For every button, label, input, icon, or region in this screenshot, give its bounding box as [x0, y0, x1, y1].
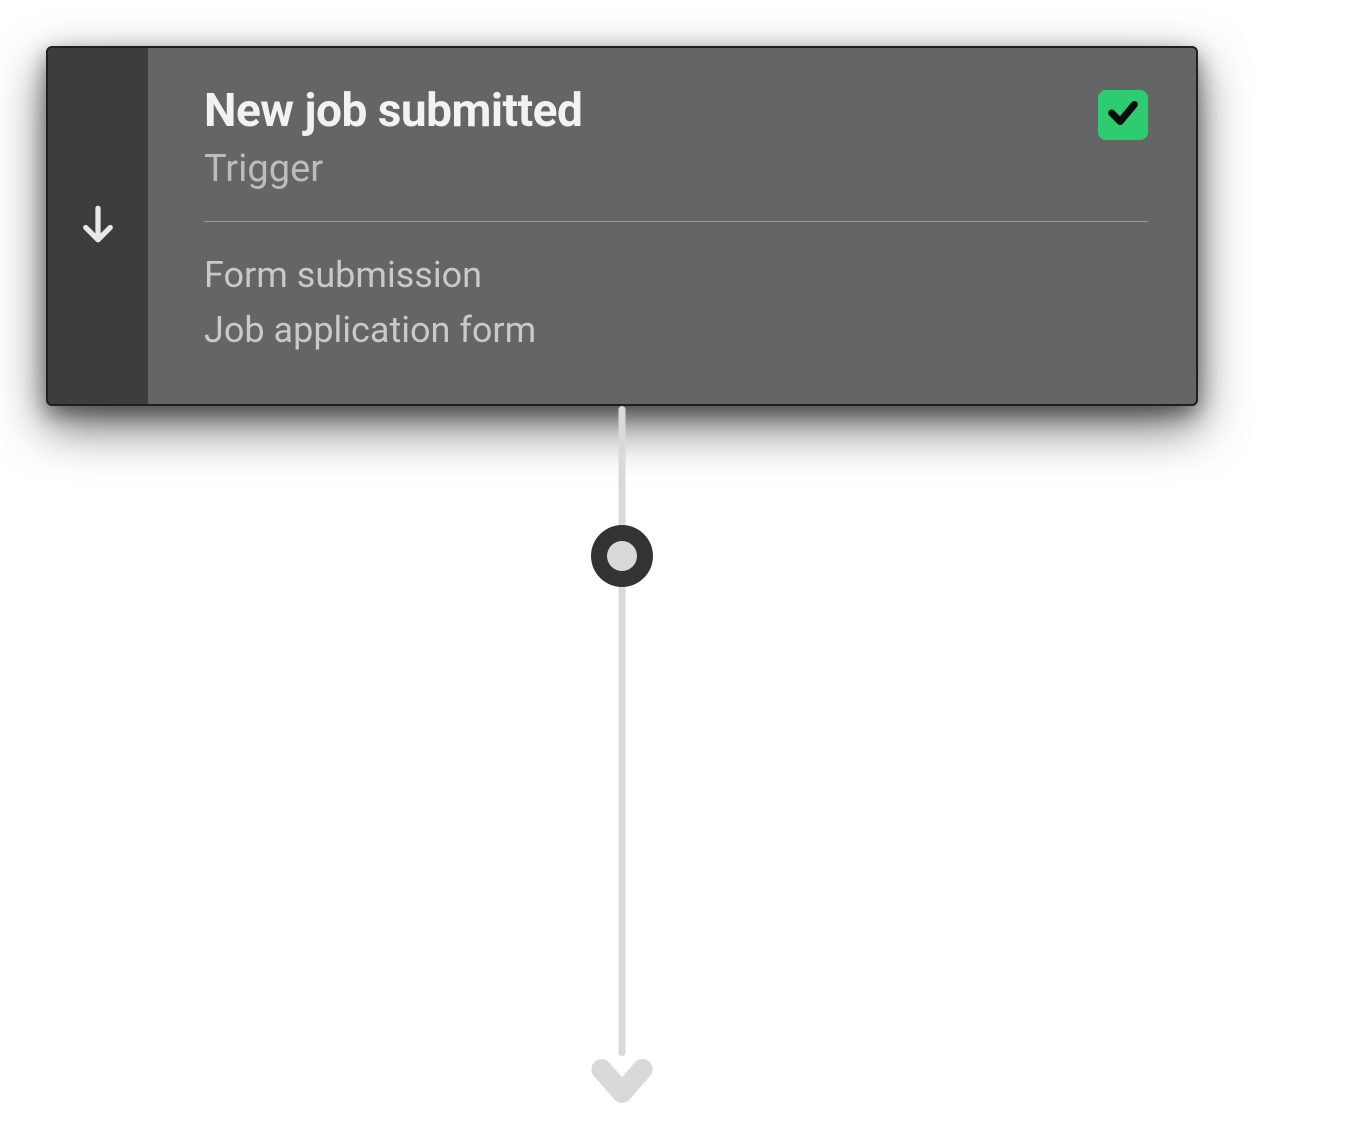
card-body: New job submitted Trigger Form submissio…: [148, 48, 1196, 404]
trigger-card[interactable]: New job submitted Trigger Form submissio…: [46, 46, 1198, 406]
status-success-badge: [1098, 90, 1148, 140]
card-spine: [48, 48, 148, 404]
card-title-group: New job submitted Trigger: [204, 86, 582, 191]
arrowhead-down-icon: [587, 1046, 657, 1120]
card-detail-line-2: Job application form: [204, 303, 1148, 359]
arrow-down-icon: [77, 203, 119, 249]
card-subtitle: Trigger: [204, 147, 582, 191]
card-detail-line-1: Form submission: [204, 248, 1148, 304]
workflow-diagram: New job submitted Trigger Form submissio…: [46, 46, 1198, 1116]
node-dot-icon: [607, 541, 637, 571]
add-step-node[interactable]: [591, 525, 653, 587]
divider: [204, 221, 1148, 222]
connector-line: [619, 406, 626, 1056]
card-header: New job submitted Trigger: [204, 86, 1148, 191]
workflow-connector: [46, 406, 1198, 1116]
card-title: New job submitted: [204, 86, 582, 137]
check-icon: [1106, 96, 1140, 134]
